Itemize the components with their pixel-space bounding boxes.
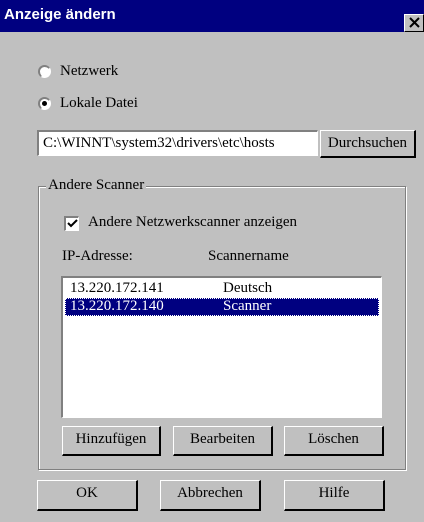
cancel-button[interactable]: Abbrechen (160, 480, 261, 511)
close-button[interactable] (404, 14, 424, 32)
close-icon (409, 17, 420, 28)
column-header-ip: IP-Adresse: (62, 248, 133, 264)
change-view-dialog: Anzeige ändern Netzwerk Lokale Datei C:\… (0, 0, 424, 522)
ok-button-label: OK (76, 485, 98, 501)
window-title: Anzeige ändern (4, 6, 116, 23)
add-button-label: Hinzufügen (75, 431, 147, 447)
help-button[interactable]: Hilfe (284, 480, 385, 511)
radio-selected-dot (42, 101, 47, 106)
radio-network[interactable]: Netzwerk (38, 63, 118, 80)
cancel-button-label: Abbrechen (177, 485, 243, 501)
list-item-selected[interactable]: 13.220.172.140 Scanner (65, 298, 379, 316)
list-item-ip: 13.220.172.140 (70, 298, 164, 314)
add-button[interactable]: Hinzufügen (62, 426, 161, 456)
show-network-scanners-checkbox[interactable] (64, 216, 79, 231)
delete-button-label: Löschen (308, 431, 359, 447)
radio-network-button[interactable] (38, 65, 51, 78)
hosts-path-field[interactable]: C:\WINNT\system32\drivers\etc\hosts (37, 130, 318, 156)
checkmark-icon (67, 219, 78, 228)
ok-button[interactable]: OK (37, 480, 138, 511)
edit-button[interactable]: Bearbeiten (173, 426, 273, 456)
edit-button-label: Bearbeiten (190, 431, 255, 447)
list-item-ip: 13.220.172.141 (70, 280, 164, 296)
scanner-list[interactable]: 13.220.172.141 Deutsch 13.220.172.140 Sc… (61, 276, 382, 418)
browse-button-label: Durchsuchen (327, 135, 408, 151)
list-item[interactable]: 13.220.172.141 Deutsch (65, 280, 379, 298)
title-bar[interactable]: Anzeige ändern (0, 0, 424, 32)
column-header-scanner-name: Scannername (208, 248, 289, 264)
list-item-scanner-name: Scanner (223, 298, 272, 314)
help-button-label: Hilfe (318, 485, 350, 501)
radio-local-file-label: Lokale Datei (60, 95, 138, 111)
other-scanners-group-label: Andere Scanner (46, 177, 147, 194)
radio-local-file[interactable]: Lokale Datei (38, 95, 138, 112)
list-item-scanner-name: Deutsch (223, 280, 273, 296)
browse-button[interactable]: Durchsuchen (320, 130, 416, 158)
show-network-scanners-label: Andere Netzwerkscanner anzeigen (88, 214, 298, 230)
radio-network-label: Netzwerk (60, 63, 119, 79)
radio-local-file-button[interactable] (38, 97, 51, 110)
delete-button[interactable]: Löschen (284, 426, 384, 456)
